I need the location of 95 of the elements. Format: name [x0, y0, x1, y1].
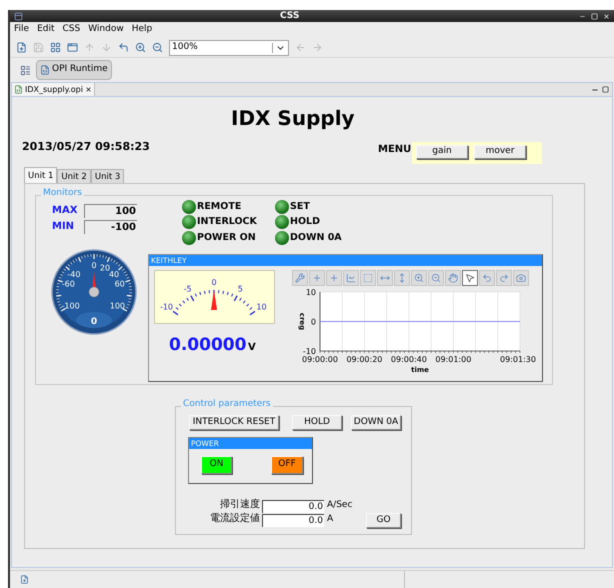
led-label: HOLD	[290, 217, 320, 226]
led-label: SET	[290, 202, 310, 212]
voltage-value: 0.00000	[169, 337, 246, 354]
editor-tab[interactable]: IDX_supply.opi	[12, 83, 95, 96]
scale-label: -10	[160, 302, 174, 312]
scale-label: 40	[108, 270, 120, 279]
scale-label: 0	[91, 261, 97, 270]
limit-label: MAX	[52, 206, 78, 216]
display-icon	[40, 65, 50, 75]
scale-label: 0	[211, 278, 217, 287]
axis-tick-label: 09:01:00	[435, 355, 472, 364]
zoom-combo[interactable]: 100%	[169, 40, 289, 56]
field-label: 掃引速度	[219, 500, 260, 510]
limit-label: MIN	[52, 222, 74, 232]
fast-view-icon[interactable]	[20, 575, 29, 584]
needle-hub	[88, 286, 100, 298]
led-label: POWER ON	[197, 233, 256, 242]
led-label: INTERLOCK	[197, 217, 257, 226]
display-title: IDX Supply	[231, 108, 355, 128]
axis-tick-label: 09:00:20	[346, 355, 382, 364]
zoom-in-icon[interactable]	[135, 42, 146, 53]
zoom-box-icon[interactable]	[360, 270, 376, 286]
led-label: REMOTE	[197, 202, 242, 212]
new-file-icon[interactable]	[16, 42, 27, 53]
off-button[interactable]: OFF	[271, 456, 303, 474]
zoom-out-icon[interactable]	[428, 270, 444, 286]
zoom-in-icon[interactable]	[411, 270, 427, 286]
maximize-icon[interactable]	[602, 86, 609, 93]
menu-item[interactable]: CSS	[62, 23, 80, 37]
unit-label: A/Sec	[327, 501, 352, 510]
horizontal-zoom-icon[interactable]	[377, 270, 393, 286]
scale-label: 60	[114, 280, 125, 289]
limit-value: 100	[84, 204, 137, 218]
display-icon	[14, 85, 23, 94]
axis-tick-label: 10	[306, 288, 316, 297]
group-legend: Monitors	[41, 189, 84, 198]
redo-icon[interactable]	[496, 270, 512, 286]
limit-value: -100	[84, 220, 137, 234]
axis-tick-label: 09:01:30	[500, 355, 536, 364]
menu-item[interactable]: Window	[88, 23, 124, 37]
scale-label: -40	[67, 270, 80, 279]
camera-icon[interactable]	[513, 270, 529, 286]
perspective-button[interactable]: OPI Runtime	[36, 60, 112, 80]
control-button[interactable]: HOLD	[292, 415, 342, 430]
window-icon[interactable]	[67, 42, 78, 53]
unit-tab[interactable]: Unit 3	[90, 169, 124, 184]
input-field[interactable]: 0.0	[262, 514, 324, 527]
axis-tick-label: 09:00:40	[390, 355, 427, 364]
unit-tab[interactable]: Unit 2	[57, 169, 91, 184]
menu-item[interactable]: Edit	[37, 23, 54, 37]
axis-tick-label: -10	[302, 347, 316, 356]
gauge-reading: 0	[90, 317, 98, 327]
scale-label: -60	[62, 280, 75, 289]
scale-label: -100	[62, 302, 80, 310]
unit-label: V	[248, 343, 256, 353]
unit-label: A	[327, 515, 334, 524]
app-icon	[14, 12, 23, 20]
plus-icon[interactable]	[309, 270, 325, 286]
scale-label: 100	[110, 302, 126, 310]
axis-tick-label: 0	[310, 318, 316, 326]
scale-label: 10	[256, 302, 267, 312]
zoom-out-icon[interactable]	[152, 42, 163, 53]
tab-title: IDX_supply.opi	[25, 84, 83, 96]
menu-button[interactable]: mover	[474, 145, 526, 159]
close-icon[interactable]	[84, 86, 92, 93]
grid-icon[interactable]	[50, 42, 61, 53]
return-arrow-icon[interactable]	[118, 42, 129, 53]
control-button[interactable]: INTERLOCK RESET	[189, 415, 279, 430]
on-button[interactable]: ON	[201, 456, 232, 474]
menu-item[interactable]: Help	[132, 23, 152, 37]
reading-plate	[76, 312, 112, 328]
menu-button[interactable]: gain	[416, 145, 468, 159]
group-legend: Control parameters	[181, 400, 273, 409]
unit-tab[interactable]: Unit 1	[24, 167, 58, 184]
axis-tick-label: 09:00:00	[302, 355, 338, 364]
scale-label: 20	[100, 263, 110, 272]
zoom-value: 100%	[171, 40, 199, 54]
control-button[interactable]: DOWN 0A	[351, 415, 401, 430]
scale-label: 5	[238, 284, 243, 294]
window-title: CSS	[280, 12, 300, 20]
menu-item[interactable]: File	[14, 23, 30, 37]
wrench-icon[interactable]	[292, 270, 308, 286]
scale-label: -5	[184, 284, 192, 294]
open-perspective-icon[interactable]	[20, 64, 31, 76]
input-field[interactable]: 0.0	[262, 500, 324, 513]
plus-icon[interactable]	[326, 270, 342, 286]
menu-label: MENU	[378, 145, 412, 155]
go-button[interactable]: GO	[366, 513, 401, 528]
vertical-zoom-icon[interactable]	[394, 270, 410, 286]
led-label: DOWN 0A	[290, 233, 342, 242]
field-label: 電流設定値	[209, 514, 260, 524]
chart-icon[interactable]	[343, 270, 359, 286]
needle	[211, 290, 217, 310]
timestamp: 2013/05/27 09:58:23	[22, 141, 150, 152]
pointer-icon[interactable]	[462, 270, 478, 286]
